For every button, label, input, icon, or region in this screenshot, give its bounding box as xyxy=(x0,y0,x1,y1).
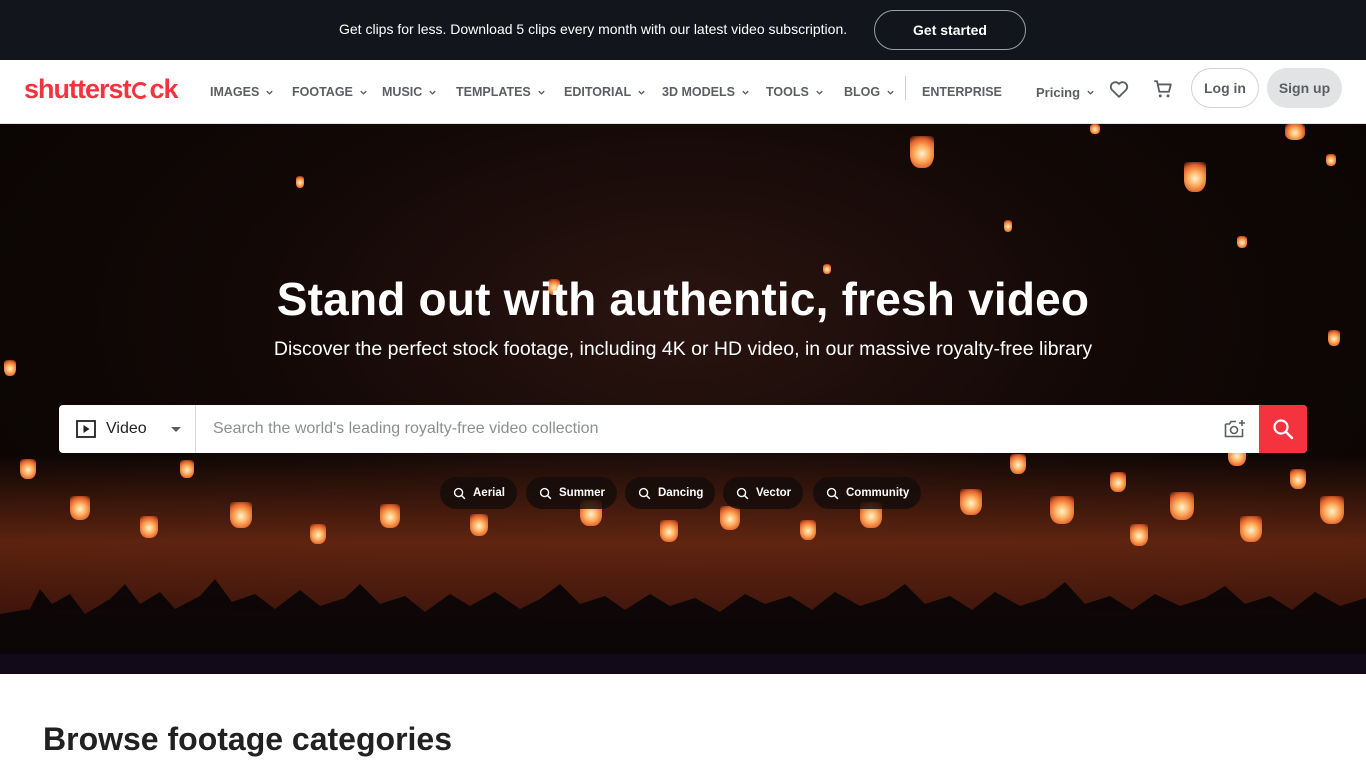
nav-label: BLOG xyxy=(844,85,881,99)
media-type-dropdown[interactable]: Video xyxy=(59,405,196,453)
search-icon xyxy=(1273,419,1294,440)
chip-label: Aerial xyxy=(473,487,505,499)
nav-templates[interactable]: TEMPLATES xyxy=(456,82,546,102)
nav-enterprise[interactable]: ENTERPRISE xyxy=(922,82,1002,102)
video-icon xyxy=(76,420,96,438)
nav-images[interactable]: IMAGES xyxy=(210,82,274,102)
chevron-down-icon xyxy=(638,90,645,95)
cart-button[interactable] xyxy=(1151,77,1175,101)
nav-3d-models[interactable]: 3D MODELS xyxy=(662,82,750,102)
crowd-silhouette xyxy=(0,579,1366,674)
nav-editorial[interactable]: EDITORIAL xyxy=(564,82,646,102)
chevron-down-icon xyxy=(887,90,894,95)
logo-text-start: shutterst xyxy=(24,74,132,104)
get-started-button[interactable]: Get started xyxy=(874,10,1026,50)
chip-vector[interactable]: Vector xyxy=(723,477,804,509)
chevron-down-icon xyxy=(360,90,367,95)
search-icon xyxy=(638,487,651,499)
heart-icon xyxy=(1109,81,1129,98)
hero-section: Stand out with authentic, fresh video Di… xyxy=(0,124,1366,674)
shutterstock-logo[interactable]: shutterst ck xyxy=(24,74,179,105)
nav-label: EDITORIAL xyxy=(564,85,632,99)
pricing-label: Pricing xyxy=(1036,84,1081,100)
camera-plus-icon xyxy=(1224,420,1245,438)
chip-label: Vector xyxy=(756,487,792,499)
visual-search-button[interactable] xyxy=(1211,405,1259,453)
search-icon xyxy=(736,487,749,499)
search-input[interactable] xyxy=(196,405,1211,453)
log-in-button[interactable]: Log in xyxy=(1191,68,1259,108)
nav-divider xyxy=(905,76,906,100)
promo-text: Get clips for less. Download 5 clips eve… xyxy=(339,21,848,37)
nav-label: TOOLS xyxy=(766,85,809,99)
nav-label: TEMPLATES xyxy=(456,85,531,99)
nav-blog[interactable]: BLOG xyxy=(844,82,895,102)
chevron-down-icon xyxy=(429,90,436,95)
cart-icon xyxy=(1154,80,1172,98)
nav-label: IMAGES xyxy=(210,85,260,99)
chip-label: Dancing xyxy=(658,487,704,499)
nav-tools[interactable]: TOOLS xyxy=(766,82,824,102)
nav-label: ENTERPRISE xyxy=(922,85,1002,99)
chip-aerial[interactable]: Aerial xyxy=(440,477,517,509)
logo-shutter-icon xyxy=(131,82,149,99)
nav-label: MUSIC xyxy=(382,85,423,99)
chevron-down-icon xyxy=(1087,90,1094,95)
search-button[interactable] xyxy=(1259,405,1307,453)
nav-label: 3D MODELS xyxy=(662,85,735,99)
hero-subtitle: Discover the perfect stock footage, incl… xyxy=(273,338,1093,360)
suggested-searches: Aerial Summer Dancing Vector Community xyxy=(0,477,1366,509)
media-type-label: Video xyxy=(106,420,147,437)
chevron-down-icon xyxy=(266,90,273,95)
nav-music[interactable]: MUSIC xyxy=(382,82,437,102)
nav-footage[interactable]: FOOTAGE xyxy=(292,82,368,102)
chip-label: Summer xyxy=(559,487,606,499)
search-icon xyxy=(453,487,466,499)
hero-title: Stand out with authentic, fresh video xyxy=(276,273,1090,325)
logo-text-end: ck xyxy=(149,74,179,104)
nav-label: FOOTAGE xyxy=(292,85,353,99)
promo-banner: Get clips for less. Download 5 clips eve… xyxy=(0,0,1366,60)
caret-down-icon xyxy=(171,427,181,432)
chip-label: Community xyxy=(846,487,910,499)
pricing-menu[interactable]: Pricing xyxy=(1036,82,1095,102)
chip-community[interactable]: Community xyxy=(813,477,922,509)
search-bar: Video xyxy=(59,405,1307,453)
chip-summer[interactable]: Summer xyxy=(526,477,618,509)
browse-categories-title: Browse footage categories xyxy=(43,721,452,757)
sign-up-button[interactable]: Sign up xyxy=(1267,68,1342,108)
chevron-down-icon xyxy=(742,90,749,95)
search-icon xyxy=(826,487,839,499)
search-icon xyxy=(539,487,552,499)
favorites-button[interactable] xyxy=(1107,77,1131,101)
chevron-down-icon xyxy=(816,90,823,95)
chevron-down-icon xyxy=(538,90,545,95)
chip-dancing[interactable]: Dancing xyxy=(625,477,716,509)
site-header: shutterst ck IMAGES FOOTAGE MUSIC TEMPLAT… xyxy=(0,60,1366,124)
